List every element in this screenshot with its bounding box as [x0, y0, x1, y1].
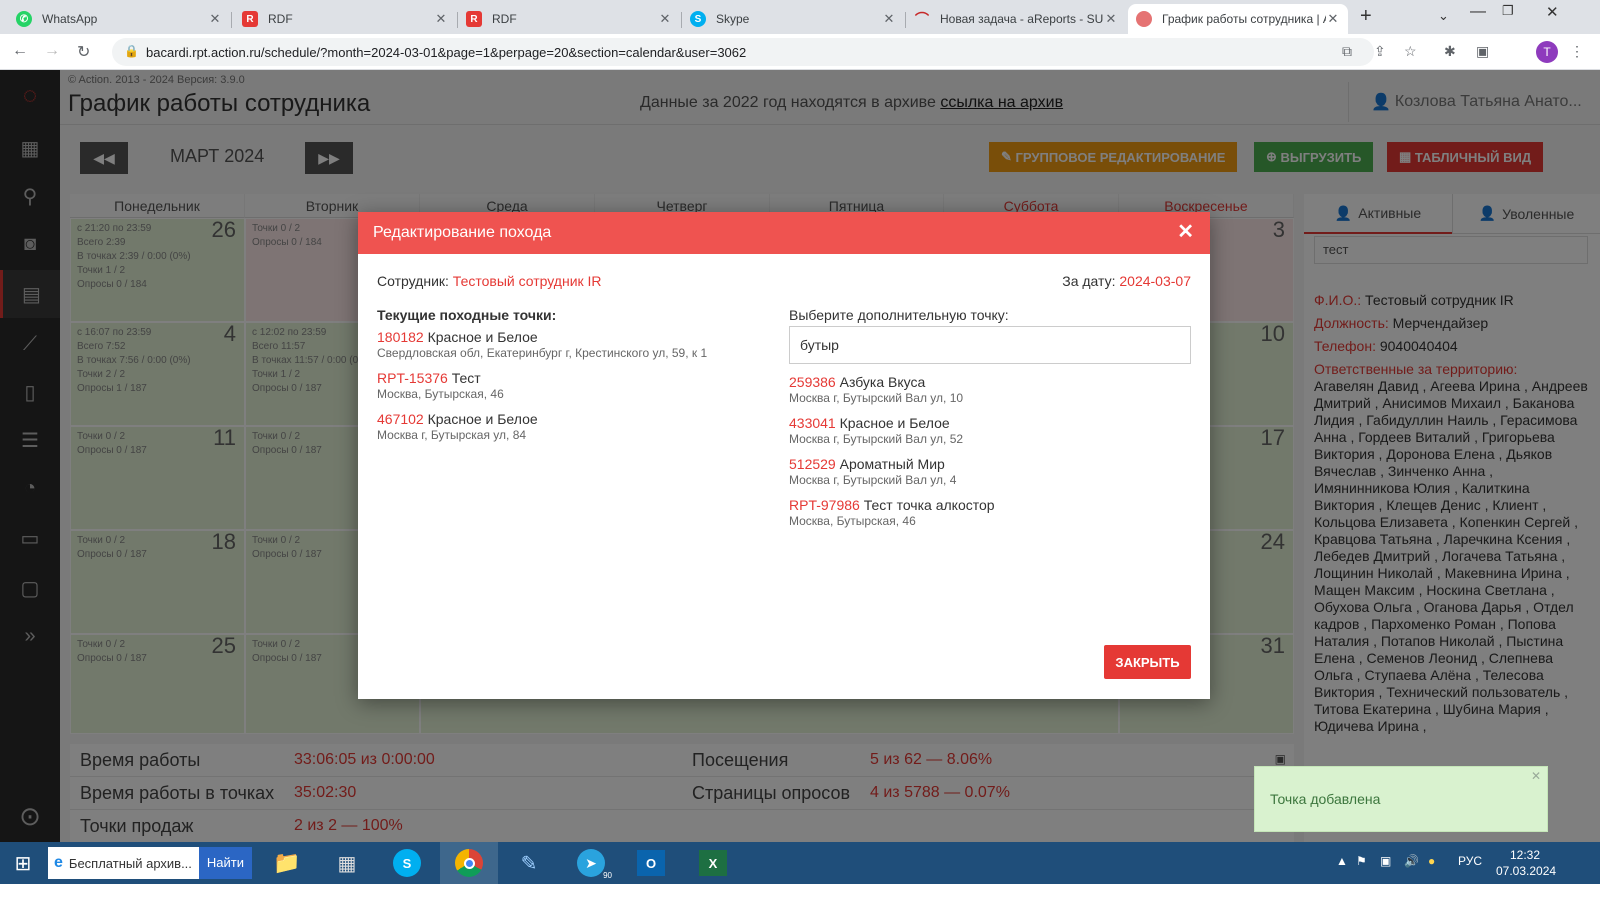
forward-icon[interactable]: → [44, 42, 60, 60]
current-point-item: 467102 Красное и Белое Москва г, Бутырска… [377, 411, 538, 442]
close-tab-icon[interactable]: ✕ [208, 11, 222, 27]
search-go-button[interactable]: Найти [198, 847, 252, 879]
telegram-badge: 90 [603, 871, 612, 880]
close-tab-icon[interactable]: ✕ [882, 11, 896, 27]
telegram-taskbar-icon[interactable]: ➤ 90 [562, 842, 620, 884]
current-points-label: Текущие походные точки: [377, 307, 557, 323]
clock-time[interactable]: 12:32 [1510, 848, 1540, 862]
calculator-icon[interactable]: ▦ [318, 842, 376, 884]
taskbar-search[interactable]: e Бесплатный архив... Найти [48, 847, 252, 879]
maximize-icon[interactable]: ❐ [1502, 3, 1514, 19]
browser-tab-areports[interactable]: ⌒ Новая задача - aReports - SU ✕ [906, 4, 1126, 34]
browser-tab-rdf-1[interactable]: R RDF ✕ [234, 4, 456, 34]
close-button[interactable]: ЗАКРЫТЬ [1104, 645, 1191, 679]
rdf-icon: R [242, 11, 258, 27]
profile-avatar[interactable]: T [1536, 41, 1558, 63]
toast-close-icon[interactable]: ✕ [1531, 769, 1541, 783]
tray-expand-icon[interactable]: ▲ [1336, 854, 1348, 868]
address-bar[interactable]: 🔒 bacardi.rpt.action.ru/schedule/?month=… [112, 38, 1374, 66]
date-line: За дату: 2024-03-07 [1062, 273, 1191, 289]
reload-icon[interactable]: ↻ [77, 42, 90, 62]
windows-start-icon[interactable]: ⊞ [0, 842, 46, 884]
volume-icon[interactable]: 🔊 [1404, 854, 1419, 868]
share-icon[interactable]: ⇪ [1374, 43, 1386, 60]
toast-notification: Точка добавлена ✕ [1254, 766, 1548, 832]
close-tab-icon[interactable]: ✕ [1326, 11, 1340, 27]
browser-tab-skype[interactable]: S Skype ✕ [682, 4, 904, 34]
norton-icon[interactable]: ● [1428, 854, 1435, 868]
minimize-icon[interactable]: — [1470, 3, 1486, 21]
notepad-icon[interactable]: ✎ [500, 842, 558, 884]
ie-icon: e [54, 854, 63, 871]
new-tab-button[interactable]: + [1360, 5, 1372, 28]
translate-icon[interactable]: ⧉ [1342, 43, 1352, 60]
close-tab-icon[interactable]: ✕ [658, 11, 672, 27]
window-close-icon[interactable]: ✕ [1546, 3, 1559, 21]
bookmark-star-icon[interactable]: ☆ [1404, 43, 1417, 60]
language-indicator[interactable]: РУС [1458, 854, 1482, 868]
rdf-icon: R [466, 11, 482, 27]
browser-tab-schedule[interactable]: График работы сотрудника | A ✕ [1128, 4, 1348, 34]
browser-tab-rdf-2[interactable]: R RDF ✕ [458, 4, 680, 34]
current-point-item: RPT-15376 Тест Москва, Бутырская, 46 [377, 370, 504, 401]
close-icon[interactable]: ✕ [1177, 222, 1194, 242]
browser-toolbar: ← → ↻ 🔒 bacardi.rpt.action.ru/schedule/?… [0, 34, 1600, 70]
close-tab-icon[interactable]: ✕ [434, 11, 448, 27]
skype-icon: S [690, 11, 706, 27]
tab-search-icon[interactable]: ⌄ [1438, 8, 1449, 24]
outlook-taskbar-icon[interactable]: O [622, 842, 680, 884]
areports-icon: ⌒ [915, 11, 929, 27]
lock-icon: 🔒 [124, 44, 139, 58]
network-icon[interactable]: ▣ [1380, 854, 1391, 868]
menu-dots-icon[interactable]: ⋮ [1570, 43, 1584, 60]
current-point-item: 180182 Красное и Белое Свердловская обл, … [377, 329, 708, 360]
employee-line: Сотрудник: Тестовый сотрудник IR [377, 273, 602, 289]
chrome-taskbar-icon[interactable] [440, 842, 498, 884]
search-result-item[interactable]: 433041 Красное и Белое Москва г, Бутырски… [789, 415, 963, 447]
file-explorer-icon[interactable]: 📁 [258, 842, 316, 884]
search-result-item[interactable]: RPT-97986 Тест точка алкостор Москва, Бут… [789, 497, 995, 529]
taskbar: ⊞ e Бесплатный архив... Найти 📁 ▦ S ✎ ➤ 9… [0, 842, 1600, 884]
edit-route-modal: Редактирование похода ✕ Сотрудник: Тесто… [358, 212, 1210, 699]
chart-pie-icon [1136, 11, 1152, 27]
url-text: bacardi.rpt.action.ru/schedule/?month=20… [146, 44, 747, 60]
clock-date[interactable]: 07.03.2024 [1496, 864, 1556, 878]
browser-tab-whatsapp[interactable]: ✆ WhatsApp ✕ [8, 4, 230, 34]
search-result-item[interactable]: 512529 Ароматный Мир Москва г, Бутырский … [789, 456, 956, 488]
side-panel-icon[interactable]: ▣ [1476, 43, 1489, 60]
close-tab-icon[interactable]: ✕ [1104, 11, 1118, 27]
back-icon[interactable]: ← [12, 42, 28, 60]
modal-title: Редактирование похода [358, 212, 1210, 254]
search-result-item[interactable]: 259386 Азбука Вкуса Москва г, Бутырский В… [789, 374, 963, 406]
flag-icon[interactable]: ⚑ [1356, 854, 1367, 868]
extensions-icon[interactable]: ✱ [1444, 43, 1456, 60]
browser-tab-strip: ✆ WhatsApp ✕ R RDF ✕ R RDF ✕ S Skype ✕ ⌒ Нов… [0, 0, 1600, 34]
skype-taskbar-icon[interactable]: S [378, 842, 436, 884]
point-search-input[interactable]: бутыр [789, 326, 1191, 364]
extra-point-label: Выберите дополнительную точку: [789, 307, 1009, 323]
excel-taskbar-icon[interactable]: X [684, 842, 742, 884]
whatsapp-icon: ✆ [16, 11, 32, 27]
